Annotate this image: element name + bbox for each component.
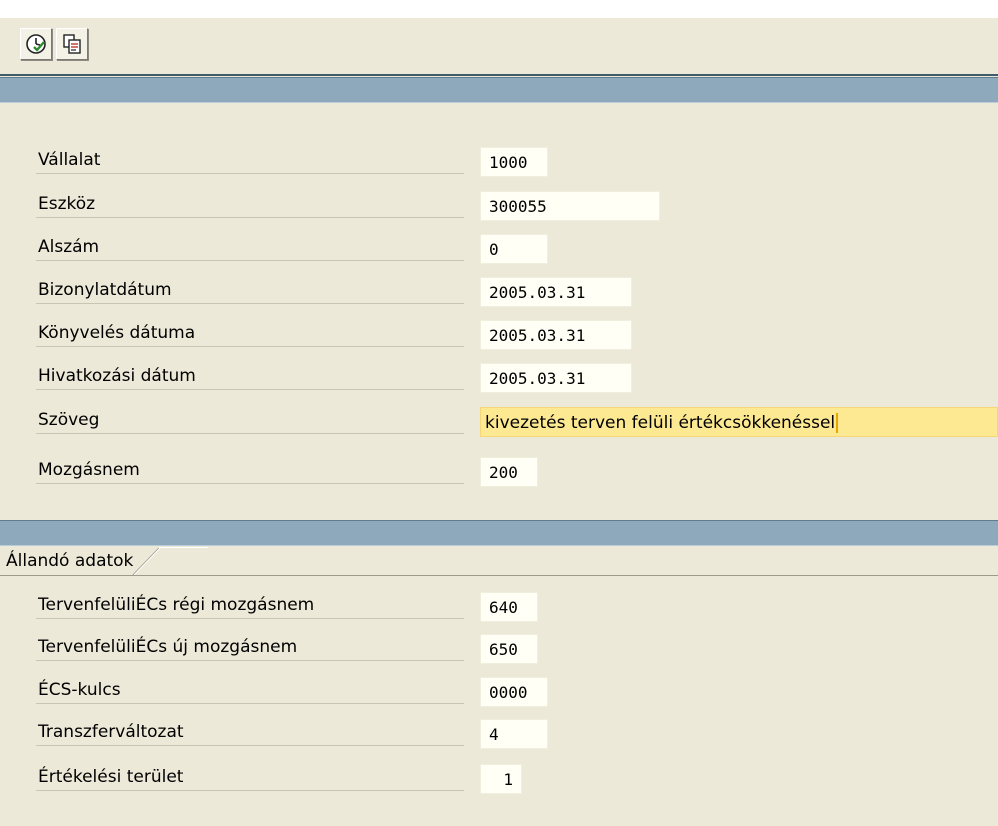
transaction-type-input[interactable]: 200 bbox=[480, 457, 538, 487]
tab-baseline bbox=[0, 575, 998, 576]
application-toolbar bbox=[0, 18, 998, 76]
tab-allando-adatok[interactable]: Állandó adatok bbox=[0, 547, 161, 576]
copy-documents-icon bbox=[63, 34, 81, 54]
form-row-new-transaction-type: TervenfelüliÉCs új mozgásnem 650 bbox=[0, 630, 998, 666]
execute-button[interactable] bbox=[20, 28, 52, 60]
tab-label: Állandó adatok bbox=[6, 551, 134, 571]
form-row-konyveles-datuma: Könyvelés dátuma 2005.03.31 bbox=[0, 316, 998, 352]
text-cursor bbox=[836, 413, 839, 433]
field-label: Eszköz bbox=[36, 191, 464, 218]
field-label: Könyvelés dátuma bbox=[36, 320, 464, 347]
form-row-szoveg: Szöveg kivezetés terven felüli értékcsök… bbox=[0, 403, 998, 439]
form-row-vallalat: Vállalat 1000 bbox=[0, 143, 998, 179]
depreciation-key-input[interactable]: 0000 bbox=[480, 677, 548, 707]
header-separator-band bbox=[0, 77, 998, 103]
text-input-value: kivezetés terven felüli értékcsökkenésse… bbox=[485, 413, 836, 433]
copy-button[interactable] bbox=[56, 28, 88, 60]
field-label: Szöveg bbox=[36, 407, 464, 434]
posting-date-input[interactable]: 2005.03.31 bbox=[480, 320, 632, 350]
window-title-strip bbox=[0, 0, 998, 18]
form-row-hivatkozasi-datum: Hivatkozási dátum 2005.03.31 bbox=[0, 359, 998, 395]
document-date-input[interactable]: 2005.03.31 bbox=[480, 277, 632, 307]
field-label: Alszám bbox=[36, 234, 464, 261]
field-label: Hivatkozási dátum bbox=[36, 363, 464, 390]
transfer-variant-input[interactable]: 4 bbox=[480, 719, 548, 749]
new-transaction-type-input[interactable]: 650 bbox=[480, 634, 538, 664]
field-label: Mozgásnem bbox=[36, 457, 464, 484]
section-separator-band bbox=[0, 520, 998, 546]
form-row-mozgasnem: Mozgásnem 200 bbox=[0, 453, 998, 489]
field-label: Vállalat bbox=[36, 147, 464, 174]
field-label: TervenfelüliÉCs régi mozgásnem bbox=[36, 592, 464, 619]
asset-input[interactable]: 300055 bbox=[480, 191, 660, 221]
field-label: ÉCS-kulcs bbox=[36, 677, 464, 704]
field-label: Transzferváltozat bbox=[36, 719, 464, 746]
form-row-ecs-kulcs: ÉCS-kulcs 0000 bbox=[0, 673, 998, 709]
form-row-bizonylatdatum: Bizonylatdátum 2005.03.31 bbox=[0, 273, 998, 309]
form-row-ertekelesi-terulet: Értékelési terület 1 bbox=[0, 760, 998, 796]
field-label: Bizonylatdátum bbox=[36, 277, 464, 304]
form-row-transzfervaltozat: Transzferváltozat 4 bbox=[0, 715, 998, 751]
subnumber-input[interactable]: 0 bbox=[480, 234, 548, 264]
tab-slant-edge bbox=[132, 547, 161, 576]
old-transaction-type-input[interactable]: 640 bbox=[480, 592, 538, 622]
valuation-area-input[interactable]: 1 bbox=[480, 764, 522, 794]
form-row-eszkoz: Eszköz 300055 bbox=[0, 187, 998, 223]
text-input[interactable]: kivezetés terven felüli értékcsökkenésse… bbox=[480, 407, 998, 437]
reference-date-input[interactable]: 2005.03.31 bbox=[480, 363, 632, 393]
field-label: TervenfelüliÉCs új mozgásnem bbox=[36, 634, 464, 661]
company-code-input[interactable]: 1000 bbox=[480, 147, 548, 177]
field-label: Értékelési terület bbox=[36, 764, 464, 791]
form-row-old-transaction-type: TervenfelüliÉCs régi mozgásnem 640 bbox=[0, 588, 998, 624]
execute-clock-icon bbox=[26, 34, 46, 54]
form-row-alszam: Alszám 0 bbox=[0, 230, 998, 266]
